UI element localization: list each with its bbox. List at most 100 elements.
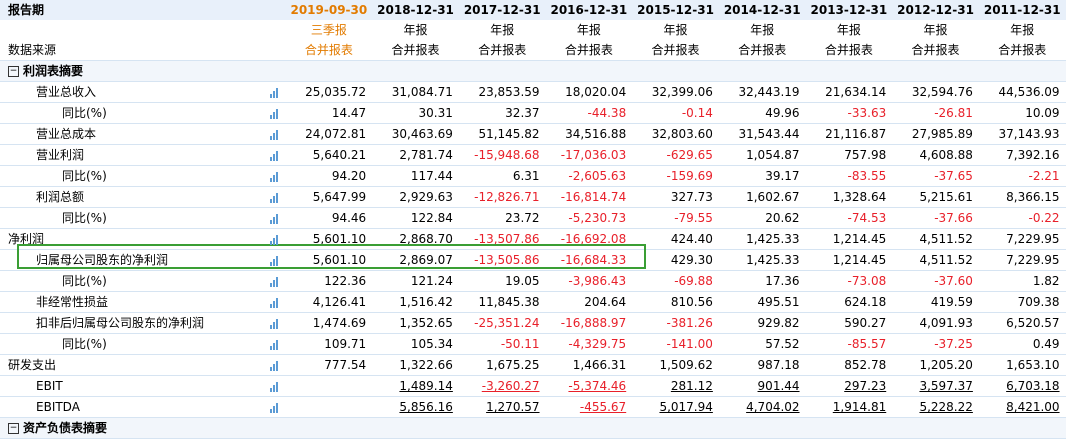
section-title[interactable]: −利润表摘要 [0, 61, 1066, 82]
chart-cell[interactable] [265, 145, 285, 166]
bar-chart-icon[interactable] [270, 256, 280, 266]
value-text: 2,869.07 [399, 253, 452, 267]
value-cell[interactable]: 3,597.37 [892, 376, 979, 397]
period-date[interactable]: 2011-12-31 [979, 0, 1066, 20]
collapse-icon[interactable]: − [8, 423, 19, 434]
period-type: 年报 [979, 20, 1066, 40]
table-row: 同比(%)94.46122.8423.72-5,230.73-79.5520.6… [0, 208, 1066, 229]
value-cell: -381.26 [632, 313, 719, 334]
chart-cell[interactable] [265, 166, 285, 187]
value-cell[interactable]: 5,017.94 [632, 397, 719, 418]
value-cell: -15,948.68 [459, 145, 546, 166]
value-cell: 1,474.69 [286, 313, 373, 334]
section-title[interactable]: −资产负债表摘要 [0, 418, 1066, 439]
bar-chart-icon[interactable] [270, 361, 280, 371]
value-cell: -16,814.74 [546, 187, 633, 208]
bar-chart-icon[interactable] [270, 151, 280, 161]
chart-cell[interactable] [265, 355, 285, 376]
value-cell[interactable]: 297.23 [806, 376, 893, 397]
bar-chart-icon[interactable] [270, 130, 280, 140]
bar-chart-icon[interactable] [270, 319, 280, 329]
chart-cell[interactable] [265, 397, 285, 418]
value-text: 1,425.33 [746, 232, 799, 246]
period-date[interactable]: 2013-12-31 [806, 0, 893, 20]
value-cell[interactable]: -3,260.27 [459, 376, 546, 397]
chart-cell[interactable] [265, 124, 285, 145]
bar-chart-icon[interactable] [270, 382, 280, 392]
value-cell: 122.84 [372, 208, 459, 229]
bar-chart-icon[interactable] [270, 403, 280, 413]
chart-cell[interactable] [265, 250, 285, 271]
section-title-text: 资产负债表摘要 [23, 421, 107, 435]
period-type: 三季报 [286, 20, 373, 40]
value-cell: 2,781.74 [372, 145, 459, 166]
value-cell: -25,351.24 [459, 313, 546, 334]
value-text: -83.55 [848, 169, 887, 183]
period-date[interactable]: 2019-09-30 [286, 0, 373, 20]
value-text: 10.09 [1025, 106, 1059, 120]
value-cell: 4,511.52 [892, 250, 979, 271]
period-date[interactable]: 2018-12-31 [372, 0, 459, 20]
value-cell: -141.00 [632, 334, 719, 355]
value-cell[interactable]: 281.12 [632, 376, 719, 397]
value-cell: 32,594.76 [892, 82, 979, 103]
chart-cell[interactable] [265, 376, 285, 397]
period-date[interactable]: 2012-12-31 [892, 0, 979, 20]
bar-chart-icon[interactable] [270, 214, 280, 224]
bar-chart-icon[interactable] [270, 172, 280, 182]
value-cell: 39.17 [719, 166, 806, 187]
value-text: 32.37 [505, 106, 539, 120]
bar-chart-icon[interactable] [270, 235, 280, 245]
bar-chart-icon[interactable] [270, 298, 280, 308]
bar-chart-icon[interactable] [270, 88, 280, 98]
period-date[interactable]: 2017-12-31 [459, 0, 546, 20]
period-date[interactable]: 2016-12-31 [546, 0, 633, 20]
value-cell[interactable]: 901.44 [719, 376, 806, 397]
value-text: 44,536.09 [998, 85, 1059, 99]
value-cell[interactable]: -5,374.46 [546, 376, 633, 397]
chart-cell[interactable] [265, 208, 285, 229]
data-source-row: 数据来源 合并报表 合并报表 合并报表 合并报表 合并报表 合并报表 合并报表 … [0, 40, 1066, 61]
value-cell: 1,425.33 [719, 250, 806, 271]
value-text: -37.25 [934, 337, 973, 351]
table-row: 营业总成本24,072.8130,463.6951,145.8234,516.8… [0, 124, 1066, 145]
bar-chart-icon[interactable] [270, 340, 280, 350]
value-cell[interactable]: -455.67 [546, 397, 633, 418]
chart-cell[interactable] [265, 187, 285, 208]
value-text: 23,853.59 [478, 85, 539, 99]
collapse-icon[interactable]: − [8, 66, 19, 77]
bar-chart-icon[interactable] [270, 109, 280, 119]
value-text: -13,505.86 [474, 253, 539, 267]
period-date[interactable]: 2014-12-31 [719, 0, 806, 20]
section-income-summary[interactable]: −利润表摘要 [0, 61, 1066, 82]
value-cell[interactable]: 5,228.22 [892, 397, 979, 418]
value-cell: 18,020.04 [546, 82, 633, 103]
chart-cell[interactable] [265, 271, 285, 292]
value-cell[interactable]: 8,421.00 [979, 397, 1066, 418]
value-cell[interactable]: 4,704.02 [719, 397, 806, 418]
bar-chart-icon[interactable] [270, 193, 280, 203]
value-cell[interactable]: 1,914.81 [806, 397, 893, 418]
value-cell[interactable]: 1,489.14 [372, 376, 459, 397]
chart-cell[interactable] [265, 82, 285, 103]
value-cell: 94.20 [286, 166, 373, 187]
value-cell[interactable]: 5,856.16 [372, 397, 459, 418]
chart-cell[interactable] [265, 103, 285, 124]
section-balance-summary[interactable]: −资产负债表摘要 [0, 418, 1066, 439]
chart-cell[interactable] [265, 229, 285, 250]
value-cell: 21,116.87 [806, 124, 893, 145]
data-source-label: 数据来源 [0, 40, 265, 61]
value-text: 27,985.89 [912, 127, 973, 141]
bar-chart-icon[interactable] [270, 277, 280, 287]
value-text: 21,634.14 [825, 85, 886, 99]
value-cell[interactable]: 1,270.57 [459, 397, 546, 418]
chart-cell[interactable] [265, 313, 285, 334]
period-date[interactable]: 2015-12-31 [632, 0, 719, 20]
table-row: 研发支出777.541,322.661,675.251,466.311,509.… [0, 355, 1066, 376]
value-cell: 4,091.93 [892, 313, 979, 334]
value-text: 5,647.99 [313, 190, 366, 204]
chart-cell[interactable] [265, 334, 285, 355]
value-text: 18,020.04 [565, 85, 626, 99]
chart-cell[interactable] [265, 292, 285, 313]
value-cell[interactable]: 6,703.18 [979, 376, 1066, 397]
